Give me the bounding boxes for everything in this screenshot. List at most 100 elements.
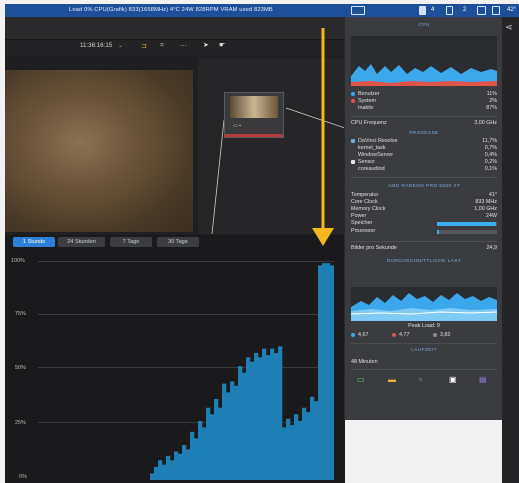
fullscreen-icon[interactable]: ⌗ <box>160 42 164 50</box>
battery-icon[interactable] <box>419 6 426 15</box>
chevron-down-icon[interactable]: ⌄ <box>118 42 123 49</box>
menubar-temp[interactable]: 42° <box>507 4 516 17</box>
hand-icon[interactable]: ☛ <box>219 41 225 49</box>
usage-bar <box>274 352 279 480</box>
video-viewer[interactable] <box>5 70 193 232</box>
usage-bar <box>202 427 207 480</box>
folder-icon[interactable]: ▬ <box>388 375 396 384</box>
more-icon[interactable]: ⋯ <box>180 42 187 50</box>
usage-bar <box>170 460 175 480</box>
node-status-bar <box>225 134 283 137</box>
usage-bar <box>270 348 275 480</box>
usage-bar <box>286 418 291 480</box>
cpu-legend-user: Benutzer 11% <box>351 91 497 97</box>
usage-bar <box>250 361 255 480</box>
usage-bar <box>174 451 179 480</box>
usage-bar <box>314 401 319 480</box>
screenshot-stage: Load 0% CPU(Grafik) 833(1658MHz) 4°C 24W… <box>0 0 519 483</box>
process-row[interactable]: Sensor 0,2% <box>351 159 497 165</box>
menu-bar: Load 0% CPU(Grafik) 833(1658MHz) 4°C 24W… <box>5 4 519 17</box>
usage-bar <box>214 398 219 480</box>
menubar-item-2[interactable]: 2 <box>463 4 466 17</box>
timecode-display[interactable]: 11:36:16:15 <box>80 42 112 49</box>
peak-load-label: Peak Load: 9 <box>408 323 440 329</box>
prozessor-bar <box>437 230 440 234</box>
node-thumbnail <box>230 96 278 118</box>
sensor-app-icon <box>351 159 355 164</box>
process-row[interactable]: kernel_task 0,7% <box>351 145 497 151</box>
process-row[interactable]: coreaudiod 0,1% <box>351 166 497 172</box>
viewer-toolbar <box>5 40 345 55</box>
disk-icon[interactable] <box>446 6 453 15</box>
top-toolbar <box>5 17 345 40</box>
usage-bar <box>278 346 283 480</box>
usage-bar <box>238 366 243 480</box>
avg-load-section-title: DURCHSCHNITTLICHE LAST <box>386 259 462 264</box>
memory-icon[interactable] <box>351 6 365 15</box>
process-row[interactable]: DaVinci Resolve 11,7% <box>351 138 497 144</box>
usage-bar <box>158 460 163 480</box>
calendar-icon[interactable]: ▣ <box>449 375 457 384</box>
load-15-dot-icon <box>433 332 437 337</box>
usage-area-chart <box>150 263 334 480</box>
pointer-icon[interactable]: ➤ <box>203 41 209 49</box>
load-graph <box>350 287 498 321</box>
cpu-frequency-row: CPU Frequenz 3,00 GHz <box>351 120 497 126</box>
separator <box>351 177 497 178</box>
usage-bar <box>190 431 195 480</box>
share-icon[interactable]: ⋖ <box>505 22 513 33</box>
processes-section-title: PROZESSE <box>409 131 439 136</box>
usage-bar <box>318 265 323 480</box>
y-tick-25: 25% <box>15 420 26 426</box>
usage-bar <box>218 407 223 480</box>
cpu-section-title: CPU <box>418 23 430 28</box>
process-blank-icon <box>351 167 355 171</box>
tab-30-tage[interactable]: 30 Tage <box>157 237 199 247</box>
y-tick-100: 100% <box>11 258 25 264</box>
usage-bar <box>282 427 287 480</box>
usage-bar <box>230 381 235 480</box>
menubar-item-1[interactable]: 4 <box>431 4 434 17</box>
tab-1-stunde[interactable]: 1 Stunde <box>13 237 55 247</box>
clip-icon[interactable]: ⊐ <box>141 42 147 50</box>
annotation-arrow <box>312 28 334 246</box>
usage-bar <box>166 455 171 480</box>
usage-bar <box>242 372 247 480</box>
usage-bar <box>262 348 267 480</box>
usage-bar <box>326 263 331 480</box>
network-icon[interactable] <box>477 6 486 15</box>
tab-24-stunden[interactable]: 24 Stunden <box>58 237 105 247</box>
separator <box>351 241 497 242</box>
timecode-row: 11:36:16:15 ⌄ <box>80 42 123 49</box>
cpu-legend-idle: Inaktiv 87% <box>351 105 497 111</box>
gpu-power-row: Power 24W <box>351 213 497 219</box>
usage-bar <box>310 396 315 480</box>
usage-bar <box>186 449 191 480</box>
usage-bar <box>194 438 199 480</box>
usage-bar <box>234 385 239 480</box>
gpu-memory-clock-row: Memory Clock 1,00 GHz <box>351 206 497 212</box>
usage-bar <box>306 412 311 480</box>
messages-icon[interactable]: ▭ <box>357 375 365 384</box>
menubar-status-text[interactable]: Load 0% CPU(Grafik) 833(1658MHz) 4°C 24W… <box>69 4 273 17</box>
finder-icon[interactable]: ▤ <box>479 375 487 384</box>
separator <box>351 343 497 344</box>
separator <box>351 116 497 117</box>
usage-bar <box>222 383 227 480</box>
usage-bar <box>246 357 251 480</box>
color-node[interactable]: ▭ ▪ <box>224 92 284 138</box>
cpu-legend-system: System 2% <box>351 98 497 104</box>
sensor-icon[interactable] <box>492 6 500 15</box>
usage-bar <box>210 414 215 480</box>
usage-bar <box>206 407 211 480</box>
usage-bar <box>178 453 183 480</box>
usage-bar <box>302 407 307 480</box>
gpu-section-title: AMD RADEON PRO 5500 XT <box>387 184 461 189</box>
process-row[interactable]: WindowServer 0,4% <box>351 152 497 158</box>
usage-bar <box>258 357 263 480</box>
right-sidebar <box>502 17 519 483</box>
terminal-icon[interactable]: ▫ <box>419 375 422 384</box>
tab-7-tage[interactable]: 7 Tage <box>110 237 152 247</box>
usage-bar <box>162 464 167 480</box>
usage-bar <box>154 466 159 480</box>
